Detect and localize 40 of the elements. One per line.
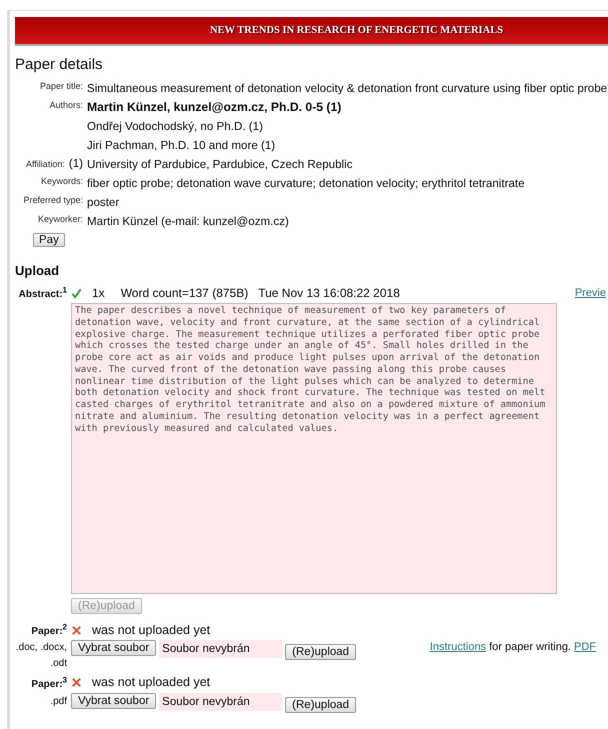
abstract-field[interactable]: The paper describes a novel technique of measurement of two key parameters of detonation wave, velocity and front curvature, at the same section of a cylindrical explosive charge. The measurement technique utilizes a perforated fiber optic probe which crosses the tested charge under an angle of 45°. Small holes drilled in the probe core act as air voids and produce light pulses upon arrival of the detonation wave. The curved front of the detonation wave passing along this probe causes nonlinear time distribution of the light pulses which can be analyzed to determine both detonation velocity and shock front curvature. The technique was tested on melt casted charges of erythritol tetranitrate and also on a powdered mixture of ammonium nitrate and aluminium. The resulting detonation velocity was in a perfect agreement with previously measured and calculated values. — [71, 303, 557, 594]
pdf-link[interactable]: PDF — [574, 640, 596, 654]
field-label: Keywords: — [40, 176, 83, 186]
field-value: Martin Künzel, kunzel@ozm.cz, Ph.D. 0-5 (1) — [87, 100, 342, 115]
banner-title: NEW TRENDS IN RESEARCH OF ENERGETIC MATERIALS — [210, 25, 504, 36]
field-label: Affiliation: — [26, 159, 65, 169]
choose-file-button[interactable]: Vybrat soubor — [71, 692, 156, 709]
section-heading: Upload — [15, 263, 60, 278]
field-value: Martin Künzel (e-mail: kunzel@ozm.cz) — [87, 214, 290, 229]
affiliation-index: (1) — [68, 157, 83, 170]
field-label: Keyworker: — [38, 214, 83, 224]
pay-button[interactable]: Pay — [33, 233, 65, 247]
field-value: University of Pardubice, Pardubice, Czech Republic — [87, 157, 354, 172]
help-text: for paper writing. — [489, 640, 571, 654]
field-value: poster — [87, 195, 120, 210]
reupload-button[interactable]: (Re)upload — [285, 696, 356, 713]
abstract-label: Abstract:$^{1}$ — [18, 289, 67, 300]
file-formats: .doc, .docx, .odt — [15, 641, 67, 672]
field-label: Preferred type: — [23, 195, 83, 205]
upload-status: was not uploaded yet — [92, 623, 210, 638]
preview-link[interactable]: Previe — [574, 287, 606, 299]
paper-label: Paper:$^{3}$ — [31, 678, 67, 690]
upload-status: was not uploaded yet — [92, 675, 210, 690]
reupload-button[interactable]: (Re)upload — [285, 644, 356, 660]
field-value: fiber optic probe; detonation wave curvature; detonation velocity; erythritol tetranitrate — [87, 176, 526, 191]
section-heading: Paper details — [15, 56, 104, 73]
field-value: Jiri Pachman, Ph.D. 10 and more (1) — [87, 138, 276, 153]
field-label: Authors: — [49, 100, 83, 110]
file-name: Soubor nevybrán — [159, 640, 282, 658]
file-formats: .pdf — [49, 694, 67, 709]
instructions-link[interactable]: Instructions — [430, 640, 486, 654]
field-label: Paper title: — [40, 81, 83, 91]
word-count: Word count=137 (875B) — [120, 286, 248, 300]
upload-count: 1x — [92, 286, 105, 300]
choose-file-button[interactable]: Vybrat soubor — [71, 640, 156, 656]
upload-date: Tue Nov 13 16:08:22 2018 — [258, 286, 400, 300]
paper-label: Paper:$^{2}$ — [31, 626, 67, 638]
file-name: Soubor nevybrán — [159, 692, 282, 711]
field-value: Ondřej Vodochodský, no Ph.D. (1) — [87, 119, 264, 134]
field-value: Simultaneous measurement of detonation velocity & detonation front curvature using fiber optic probe — [87, 81, 608, 96]
